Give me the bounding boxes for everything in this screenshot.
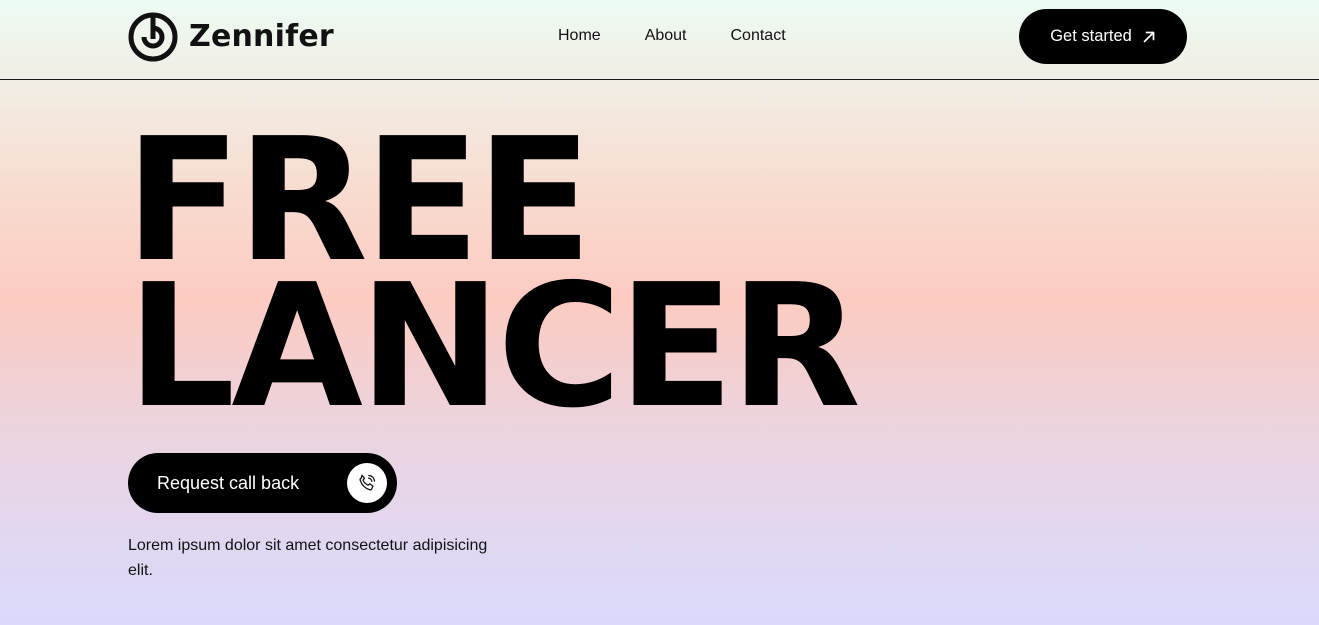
phone-icon-circle [347,463,387,503]
get-started-button[interactable]: Get started [1019,9,1187,64]
main-nav: Home About Contact [558,26,786,46]
get-started-label: Get started [1050,27,1132,45]
arrow-up-right-icon [1143,31,1155,42]
hero-description: Lorem ipsum dolor sit amet consectetur a… [128,537,488,579]
brand-name: Zennifer [189,19,334,54]
request-call-back-label: Request call back [157,472,300,493]
brand[interactable]: Zennifer [128,12,334,62]
nav-link-contact[interactable]: Contact [731,26,786,46]
hero-title-line2: LANCER [127,248,861,446]
site-header: Zennifer Home About Contact Get started [0,0,1319,80]
nav-link-about[interactable]: About [645,26,687,46]
phone-call-icon [359,474,376,491]
brand-logo-icon [128,12,178,62]
hero-title: FREE LANCER [125,116,861,446]
request-call-back-button[interactable]: Request call back [128,453,397,513]
nav-link-home[interactable]: Home [558,26,601,46]
